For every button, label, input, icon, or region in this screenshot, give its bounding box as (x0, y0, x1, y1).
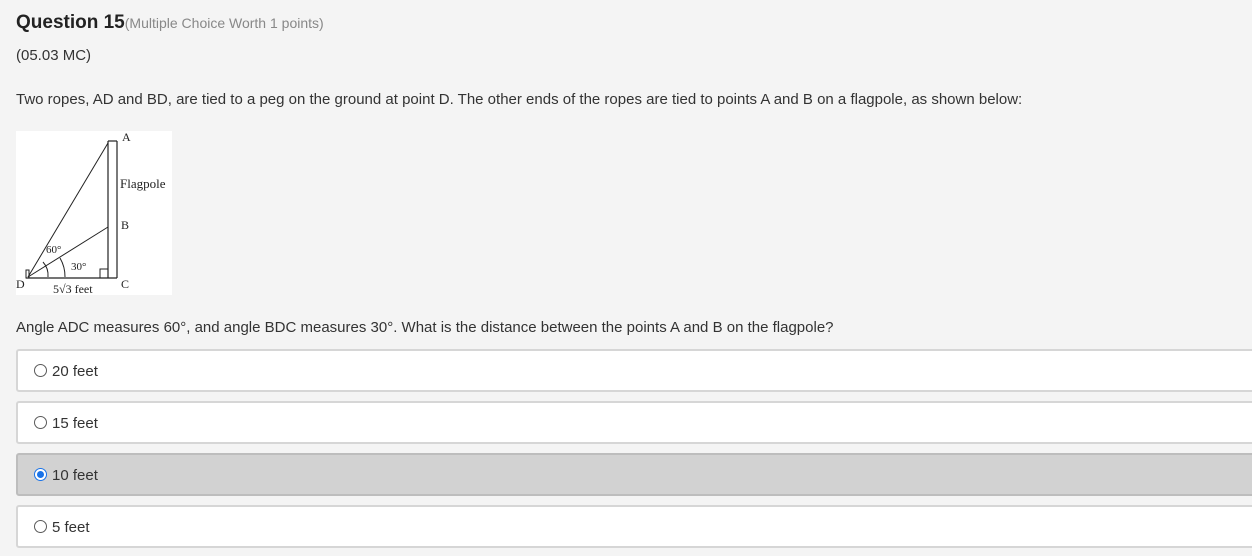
label-angle-60: 60° (46, 244, 61, 256)
radio-button[interactable] (34, 364, 47, 377)
label-base-length: 5√3 feet (53, 282, 93, 295)
label-c: C (121, 277, 129, 291)
flagpole-diagram: A Flagpole B C D 60° 30° 5√3 feet (16, 131, 166, 295)
radio-button[interactable] (34, 468, 47, 481)
radio-button[interactable] (34, 416, 47, 429)
question-worth: (Multiple Choice Worth 1 points) (124, 15, 324, 31)
angle-arc-60 (42, 261, 49, 278)
angle-arc-30 (59, 257, 66, 278)
rope-ad (27, 142, 109, 278)
flagpole-figure: A Flagpole B C D 60° 30° 5√3 feet (16, 131, 172, 295)
question-title: Question 15 (16, 12, 125, 33)
radio-button[interactable] (34, 520, 47, 533)
label-a: A (122, 131, 131, 144)
answer-choice-a[interactable]: 20 feet (16, 349, 1252, 392)
answer-choice-d[interactable]: 5 feet (16, 505, 1252, 548)
label-flagpole: Flagpole (120, 176, 166, 191)
choice-label: 15 feet (52, 415, 98, 432)
label-d: D (16, 277, 25, 291)
question-stem: Two ropes, AD and BD, are tied to a peg … (16, 91, 1023, 108)
rope-bd (27, 226, 109, 278)
question-prompt: Angle ADC measures 60°, and angle BDC me… (16, 319, 834, 336)
answer-choice-b[interactable]: 15 feet (16, 401, 1252, 444)
choice-label: 10 feet (52, 467, 98, 484)
question-code: (05.03 MC) (16, 47, 92, 64)
choice-label: 5 feet (52, 519, 90, 536)
label-b: B (121, 218, 129, 232)
answer-choice-c[interactable]: 10 feet (16, 453, 1252, 496)
right-angle-marker (99, 268, 108, 278)
choice-label: 20 feet (52, 363, 98, 380)
label-angle-30: 30° (71, 261, 86, 273)
question-header: Question 15(Multiple Choice Worth 1 poin… (16, 12, 324, 34)
